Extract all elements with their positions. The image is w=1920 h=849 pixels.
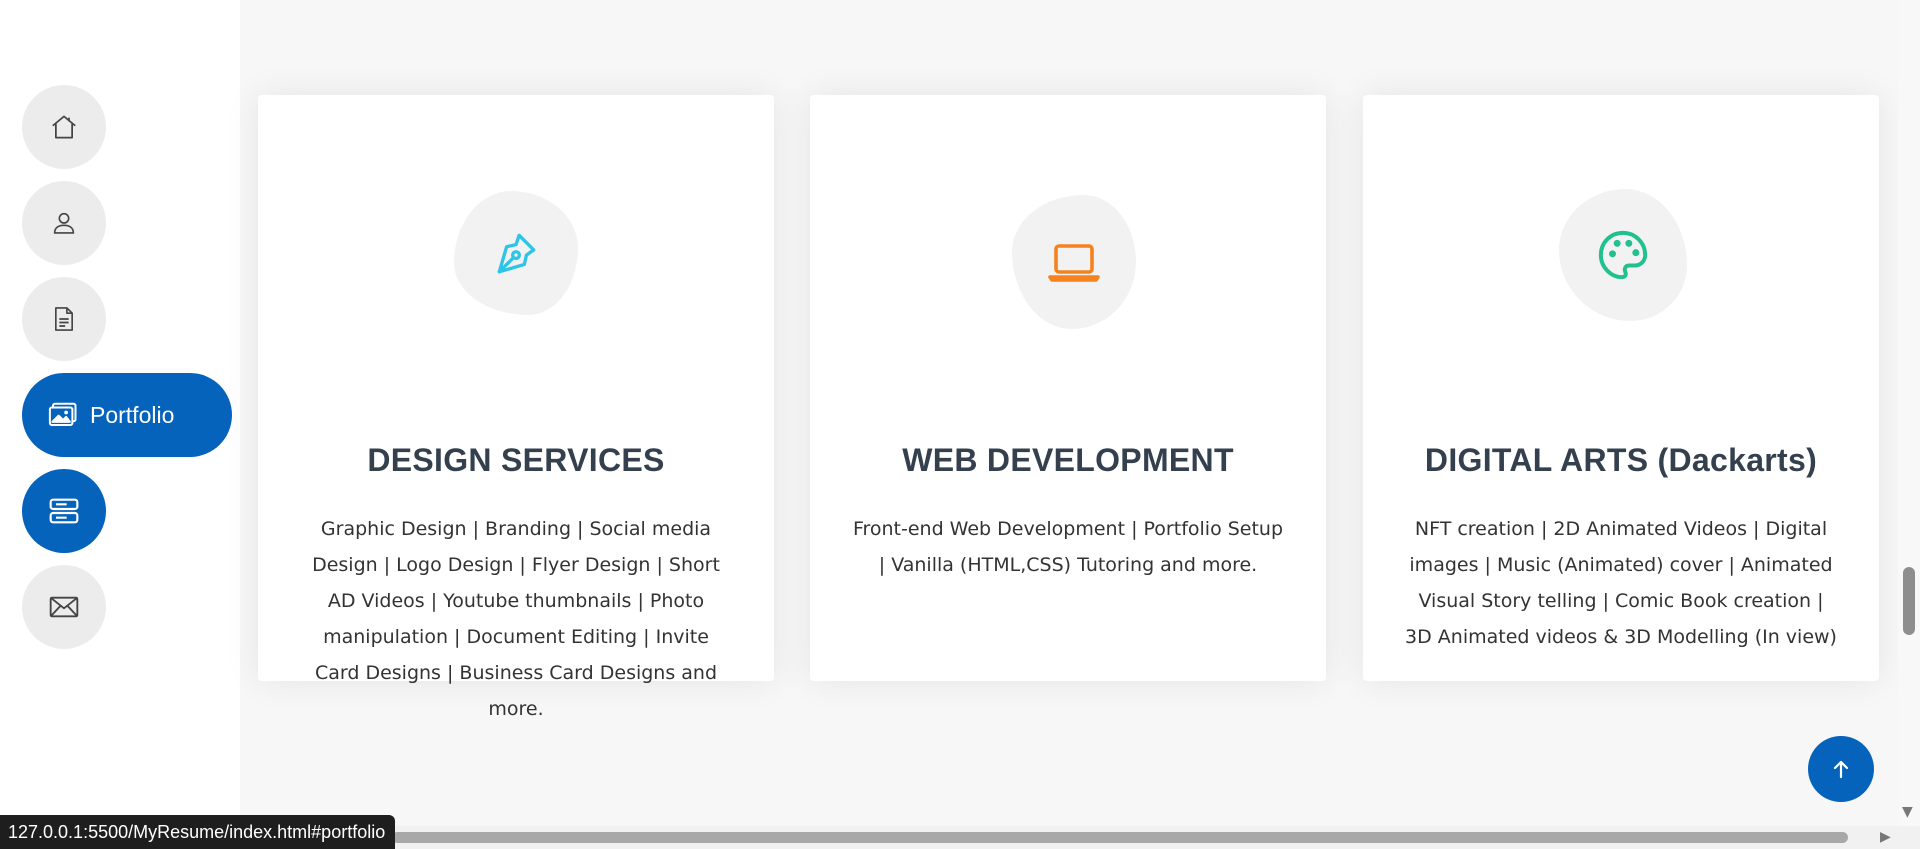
service-card-web: WEB DEVELOPMENT Front-end Web Developmen… [810, 95, 1326, 681]
service-card-design: DESIGN SERVICES Graphic Design | Brandin… [258, 95, 774, 720]
service-title: DIGITAL ARTS (Dackarts) [1424, 442, 1818, 478]
nav-portfolio-label: Portfolio [90, 401, 175, 428]
services-grid: DESIGN SERVICES Graphic Design | Brandin… [258, 95, 1880, 720]
envelope-icon [49, 596, 79, 618]
vertical-scrollbar[interactable] [1898, 0, 1920, 826]
nav-about[interactable] [22, 181, 106, 265]
service-description: Graphic Design | Branding | Social media… [312, 518, 720, 720]
service-card-digital-arts: DIGITAL ARTS (Dackarts) NFT creation | 2… [1363, 95, 1879, 681]
server-icon [49, 498, 79, 524]
horizontal-scrollbar-thumb[interactable] [392, 832, 1848, 843]
document-icon [55, 307, 73, 331]
icon-blob [1012, 195, 1136, 329]
service-title: WEB DEVELOPMENT [902, 442, 1234, 478]
service-description: Front-end Web Development | Portfolio Se… [852, 518, 1284, 576]
page: DESIGN SERVICES Graphic Design | Brandin… [0, 0, 1920, 849]
scroll-down-arrow-icon[interactable]: ▼ [1902, 804, 1913, 820]
arrow-up-icon [1833, 760, 1849, 779]
vertical-scrollbar-thumb[interactable] [1903, 567, 1915, 635]
status-bar-url: 127.0.0.1:5500/MyResume/index.html#portf… [0, 815, 396, 849]
service-title: DESIGN SERVICES [367, 442, 665, 478]
home-icon [52, 115, 76, 139]
palette-icon [1598, 230, 1648, 280]
icon-blob [454, 191, 578, 315]
nav-portfolio[interactable]: Portfolio [22, 373, 232, 457]
nav-contact[interactable] [22, 565, 106, 649]
back-to-top-button[interactable] [1808, 736, 1874, 802]
service-description: NFT creation | 2D Animated Videos | Digi… [1405, 518, 1837, 648]
pen-nib-icon [497, 233, 536, 274]
scroll-right-arrow-icon[interactable]: ▶ [1880, 829, 1891, 845]
image-icon [48, 402, 77, 426]
nav-resume[interactable] [22, 277, 106, 361]
icon-blob [1559, 189, 1687, 321]
nav-home[interactable] [22, 85, 106, 169]
laptop-icon [1048, 244, 1100, 282]
nav-services[interactable] [22, 469, 106, 553]
person-icon [53, 212, 75, 234]
